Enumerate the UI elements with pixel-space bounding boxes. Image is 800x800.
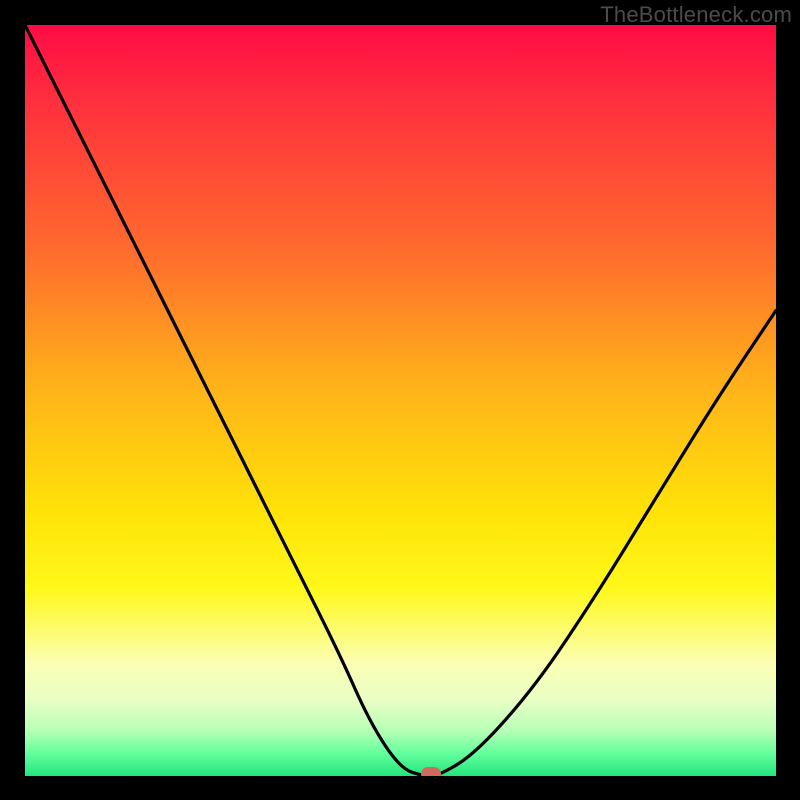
chart-frame: TheBottleneck.com bbox=[0, 0, 800, 800]
optimal-point-marker bbox=[421, 767, 441, 776]
curve-path bbox=[25, 25, 776, 776]
plot-area bbox=[25, 25, 776, 776]
bottleneck-curve bbox=[25, 25, 776, 776]
watermark-text: TheBottleneck.com bbox=[600, 2, 792, 28]
